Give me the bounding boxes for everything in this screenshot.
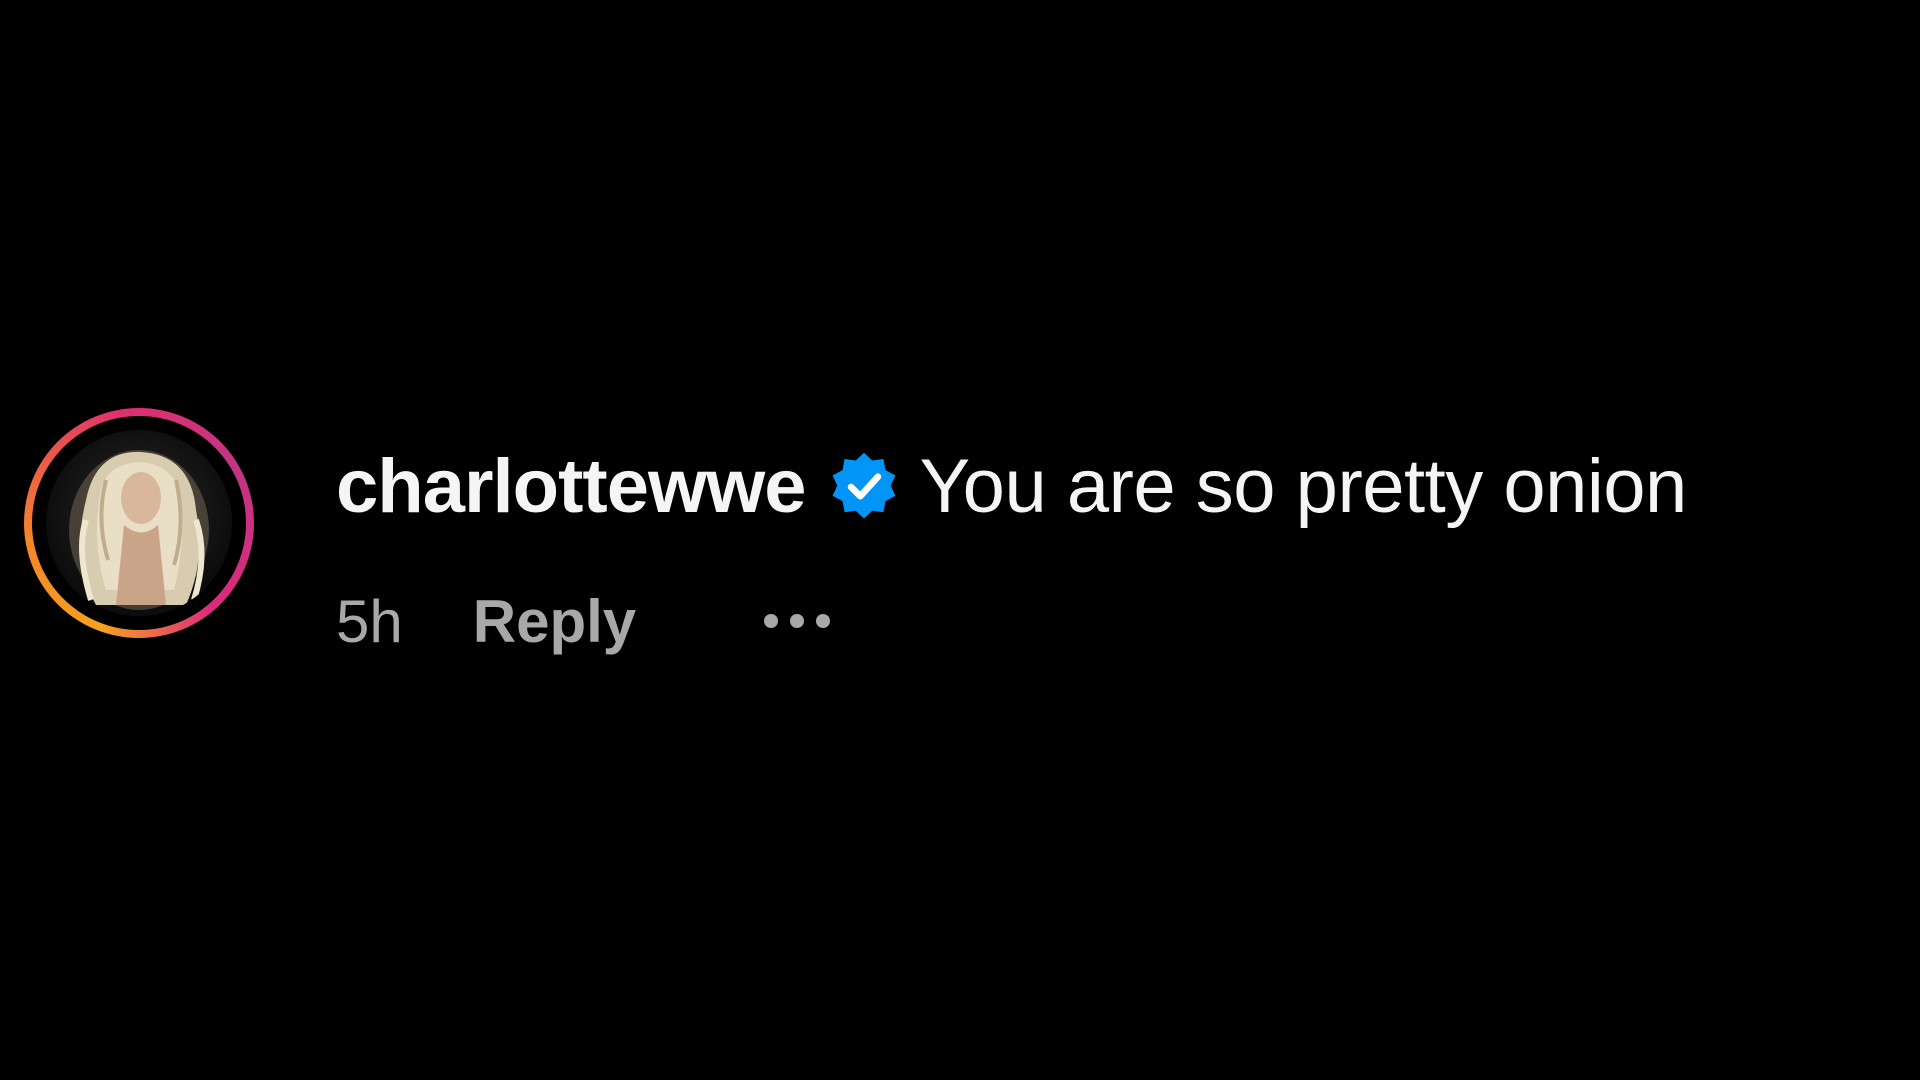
more-options-icon[interactable] — [764, 601, 831, 641]
avatar-photo — [69, 450, 209, 610]
reply-button[interactable]: Reply — [473, 587, 636, 656]
comment-meta-line: 5h Reply — [336, 586, 831, 656]
more-dot — [816, 614, 831, 628]
more-dot — [790, 614, 805, 628]
timestamp: 5h — [336, 587, 403, 655]
comment-main-line: charlottewwe You are so pretty onion — [336, 443, 1687, 530]
verified-badge-icon — [827, 449, 901, 523]
more-dot — [764, 614, 779, 628]
story-ring[interactable] — [24, 408, 254, 638]
comment-row: charlottewwe You are so pretty onion 5h … — [24, 408, 1884, 655]
username-link[interactable]: charlottewwe — [336, 443, 806, 530]
avatar[interactable] — [46, 430, 232, 616]
comment-text: You are so pretty onion — [919, 443, 1687, 529]
